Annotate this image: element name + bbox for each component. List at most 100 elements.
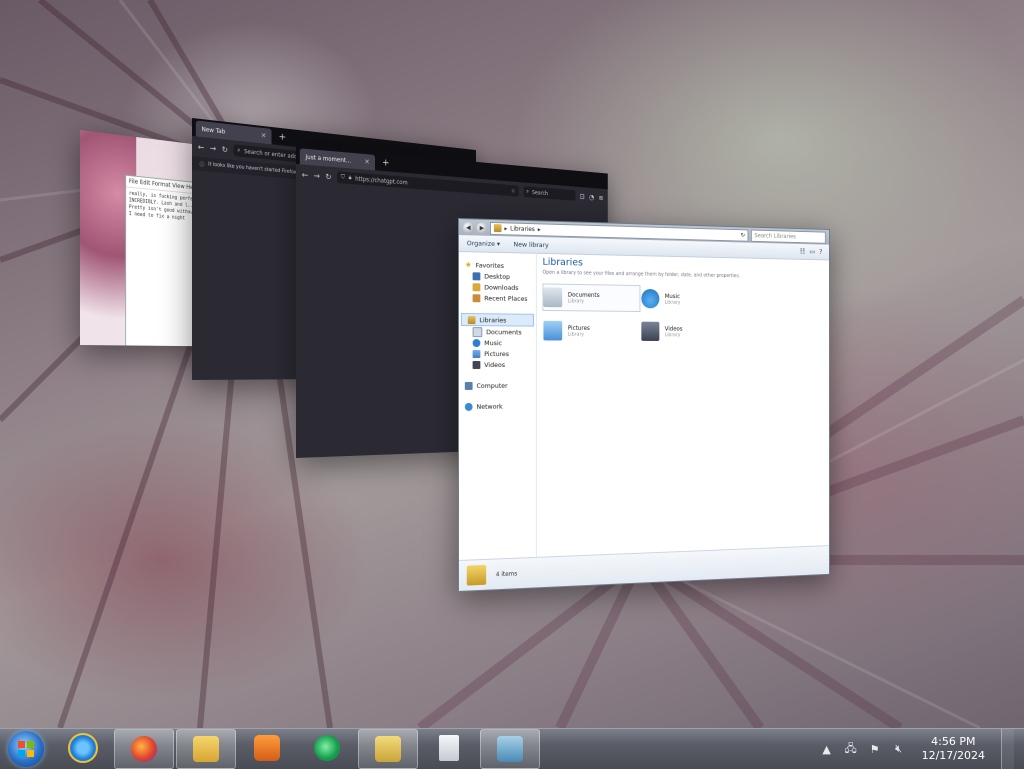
library-item-documents[interactable]: Documents Library: [542, 283, 641, 313]
volume-muted-icon[interactable]: 🔇︎: [892, 742, 906, 756]
breadcrumb-chevron-icon[interactable]: ▸: [538, 226, 541, 233]
lock-icon: 🔒︎: [348, 174, 352, 182]
recent-places-icon: [472, 293, 481, 302]
forward-icon[interactable]: →: [314, 171, 320, 180]
nav-label: Music: [484, 338, 503, 347]
url-text: https://chatgpt.com: [355, 175, 408, 186]
explorer-window[interactable]: ◀ ▶ ▸ Libraries ▸ ↻ Search Libraries Org…: [458, 218, 830, 592]
library-kind: Library: [567, 331, 585, 338]
status-text: 4 items: [495, 569, 518, 578]
libraries-status-icon: [466, 564, 487, 586]
nav-label: Videos: [484, 360, 506, 369]
nav-item-libraries[interactable]: Libraries: [460, 313, 534, 327]
close-tab-icon[interactable]: ✕: [261, 132, 266, 140]
taskbar-media-center[interactable]: [298, 729, 356, 767]
star-icon: ★: [464, 259, 472, 269]
network-icon[interactable]: 🖧︎: [844, 742, 858, 756]
close-tab-icon[interactable]: ✕: [364, 158, 369, 166]
media-player-icon: [254, 735, 280, 761]
new-library-button[interactable]: New library: [513, 240, 548, 249]
videos-library-icon: [641, 321, 660, 341]
start-button[interactable]: [8, 731, 44, 767]
forward-icon[interactable]: →: [210, 143, 216, 153]
show-hidden-icons-icon[interactable]: ▲: [820, 742, 834, 756]
search-icon: ⌕: [237, 146, 241, 154]
pictures-library-icon: [543, 320, 563, 341]
taskbar-firefox[interactable]: [114, 729, 174, 769]
firefox-icon: [131, 736, 157, 762]
flip3d-window-stack: File Edit Format View Help really, is fu…: [0, 0, 1024, 728]
organize-button[interactable]: Organize ▾: [467, 239, 500, 248]
search-icon: ⌕: [526, 188, 529, 195]
show-desktop-button[interactable]: [1001, 729, 1014, 769]
address-text: Libraries: [510, 224, 535, 233]
action-center-flag-icon[interactable]: ⚑: [868, 742, 882, 756]
clock-date: 12/17/2024: [921, 749, 985, 762]
taskbar-internet-explorer[interactable]: [54, 729, 112, 767]
library-kind: Library: [567, 298, 585, 305]
library-name: Documents: [567, 291, 600, 299]
search-box[interactable]: ⌕ Search: [523, 186, 576, 201]
library-item-music[interactable]: Music Library: [640, 285, 734, 313]
clock[interactable]: 4:56 PM 12/17/2024: [922, 735, 985, 763]
pictures-icon: [472, 349, 481, 358]
library-item-pictures[interactable]: Pictures Library: [542, 317, 640, 345]
windows-explorer-icon: [193, 736, 219, 762]
nav-item-pictures[interactable]: Pictures: [459, 348, 536, 359]
menu-icon[interactable]: ≡: [599, 193, 604, 201]
taskbar-folder[interactable]: [358, 729, 418, 769]
back-button[interactable]: ◀: [462, 221, 474, 233]
nav-item-network[interactable]: Network: [459, 400, 536, 412]
taskbar-items: [54, 729, 540, 769]
library-name: Music: [664, 292, 681, 300]
nav-label: Documents: [486, 327, 522, 336]
new-tab-button[interactable]: +: [272, 129, 294, 147]
address-separator-icon: ▸: [504, 224, 508, 232]
nav-label: Computer: [476, 381, 508, 390]
account-icon[interactable]: ◔: [589, 193, 594, 201]
new-tab-button[interactable]: +: [375, 155, 396, 172]
reload-icon[interactable]: ↻: [222, 145, 228, 154]
network-icon: [464, 402, 473, 411]
nav-item-music[interactable]: Music: [459, 337, 536, 348]
videos-icon: [472, 360, 481, 369]
back-icon[interactable]: ←: [302, 170, 308, 179]
taskbar-document[interactable]: [420, 729, 478, 767]
navigation-pane: ★ Favorites Desktop Downloads Recent Pla…: [458, 251, 537, 561]
shield-icon: ⛉: [340, 173, 345, 181]
libraries-icon: [467, 315, 476, 324]
nav-item-computer[interactable]: Computer: [459, 380, 536, 391]
pocket-icon[interactable]: ⊡: [580, 192, 585, 200]
system-tray: ▲ 🖧︎ ⚑ 🔇︎ 4:56 PM 12/17/2024: [820, 729, 1024, 769]
refresh-icon[interactable]: ↻: [741, 232, 745, 239]
nav-item-documents[interactable]: Documents: [459, 326, 536, 337]
search-placeholder: Search: [532, 189, 548, 197]
library-item-videos[interactable]: Videos Library: [640, 318, 734, 345]
change-view-icon[interactable]: ☷: [800, 248, 805, 256]
explorer-body: ★ Favorites Desktop Downloads Recent Pla…: [458, 251, 829, 561]
music-library-icon: [641, 288, 660, 309]
nav-label: Libraries: [479, 315, 507, 324]
content-pane: Libraries Open a library to see your fil…: [537, 253, 829, 558]
media-center-icon: [314, 735, 340, 761]
preview-pane-icon[interactable]: ▭: [809, 248, 815, 256]
nav-label: Network: [476, 402, 503, 411]
music-icon: [472, 338, 481, 347]
forward-button[interactable]: ▶: [476, 222, 488, 234]
computer-icon: [464, 381, 473, 390]
downloads-icon: [472, 282, 481, 291]
taskbar-notepad[interactable]: [480, 729, 540, 769]
taskbar-media-player[interactable]: [238, 729, 296, 767]
documents-icon: [472, 326, 483, 337]
clock-time: 4:56 PM: [931, 735, 976, 748]
taskbar-windows-explorer[interactable]: [176, 729, 236, 769]
back-icon[interactable]: ←: [198, 142, 204, 152]
taskbar: ▲ 🖧︎ ⚑ 🔇︎ 4:56 PM 12/17/2024: [0, 728, 1024, 769]
reload-icon[interactable]: ↻: [325, 172, 331, 181]
nav-label: Downloads: [484, 282, 519, 292]
bookmark-star-icon[interactable]: ☆: [511, 187, 515, 194]
view-controls: ☷ ▭ ?: [800, 248, 822, 256]
search-input[interactable]: Search Libraries: [750, 229, 826, 244]
nav-item-videos[interactable]: Videos: [459, 359, 536, 370]
help-icon[interactable]: ?: [819, 248, 822, 255]
